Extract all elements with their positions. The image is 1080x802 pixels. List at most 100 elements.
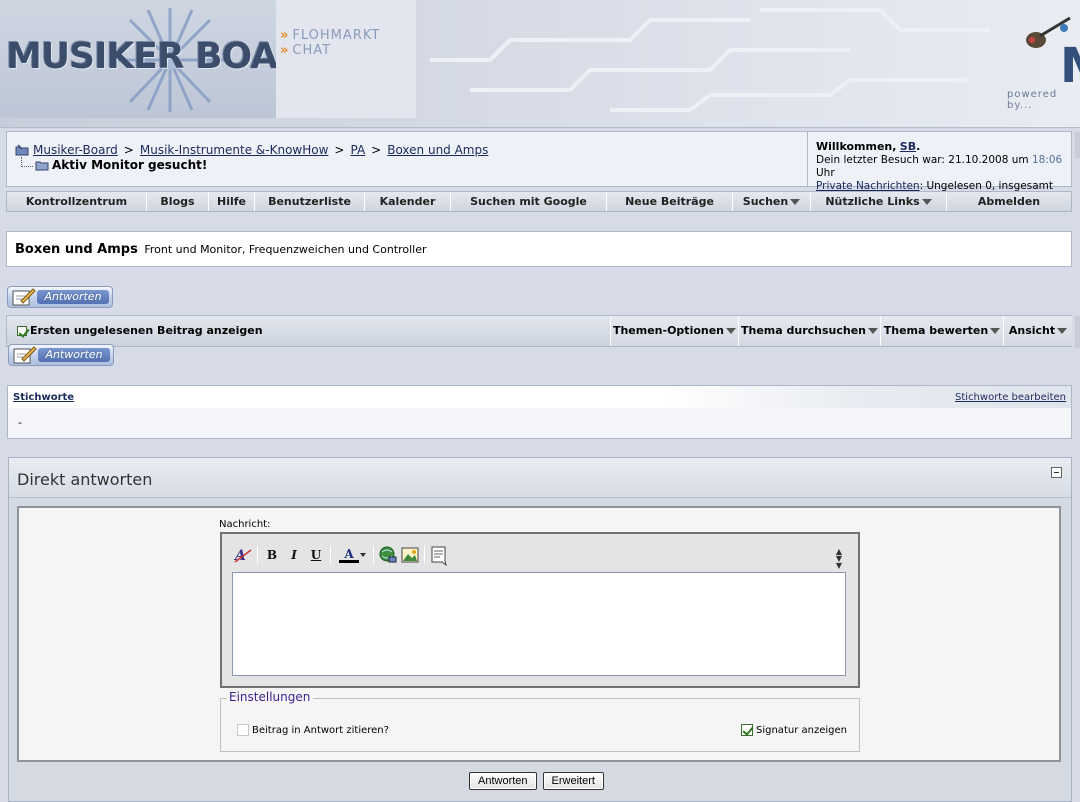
orange-arrow-icon: » [280, 28, 290, 43]
nav-hilfe[interactable]: Hilfe [209, 192, 255, 211]
main-navbar: Kontrollzentrum Blogs Hilfe Benutzerlist… [6, 191, 1072, 212]
header-links: » FLOHMARKT » CHAT [280, 28, 380, 58]
breadcrumb-musiker-board[interactable]: Musiker-Board [33, 143, 118, 157]
breadcrumb-separator: > [334, 143, 345, 157]
insert-link-icon[interactable] [377, 544, 399, 566]
dropdown-arrow-icon[interactable] [360, 553, 366, 557]
folder-icon [15, 144, 29, 156]
message-editor: A B I U A ▲ ▼ ▼ [220, 532, 860, 688]
breadcrumb-pa[interactable]: PA [350, 143, 365, 157]
settings-legend: Einstellungen [227, 690, 313, 704]
folder-icon [35, 161, 49, 171]
quote-icon[interactable] [428, 544, 450, 566]
nav-benutzerliste[interactable]: Benutzerliste [255, 192, 365, 211]
flohmarkt-link[interactable]: » FLOHMARKT [280, 28, 380, 43]
breadcrumb: Musiker-Board > Musik-Instrumente &-Know… [15, 143, 488, 172]
reply-button-label: Antworten [37, 290, 109, 304]
nav-nuetzliche-links[interactable]: Nützliche Links [811, 192, 947, 211]
thread-title: Aktiv Monitor gesucht! [52, 158, 208, 172]
dropdown-arrow-icon [921, 199, 932, 205]
underline-icon[interactable]: U [305, 544, 327, 566]
breadcrumb-musik-instrumente[interactable]: Musik-Instrumente &-KnowHow [140, 143, 329, 157]
quick-reply-header: Direkt antworten [9, 458, 1071, 498]
thread-view-menu[interactable]: Ansicht [1003, 316, 1072, 346]
tags-panel: Stichworte Stichworte bearbeiten - [7, 385, 1072, 439]
reply-button-top[interactable]: Antworten [7, 286, 113, 308]
editor-toolbar: A B I U A [232, 544, 450, 566]
advanced-reply-button[interactable]: Erweitert [542, 772, 604, 790]
fieldset-border [313, 698, 859, 699]
nav-kalender[interactable]: Kalender [365, 192, 451, 211]
signature-checkbox[interactable] [741, 724, 753, 736]
message-label: Nachricht: [219, 519, 271, 530]
chat-link[interactable]: » CHAT [280, 43, 380, 58]
nav-kontrollzentrum[interactable]: Kontrollzentrum [7, 192, 147, 211]
quote-option: Beitrag in Antwort zitieren? [237, 724, 389, 736]
settings-fieldset: Einstellungen Beitrag in Antwort zitiere… [220, 690, 860, 752]
pen-icon [12, 288, 36, 306]
quick-reply-title: Direkt antworten [17, 470, 153, 489]
last-visit-text: Dein letzter Besuch war: 21.10.2008 um [816, 154, 1029, 166]
header-links-panel [276, 0, 416, 118]
nav-neue-beitraege[interactable]: Neue Beiträge [607, 192, 733, 211]
switch-editor-icon[interactable]: A [232, 544, 254, 566]
toolbar-separator [373, 546, 374, 564]
nav-suchen-mit-google[interactable]: Suchen mit Google [451, 192, 607, 211]
submit-reply-button[interactable]: Antworten [469, 772, 537, 790]
reply-button-bottom[interactable]: Antworten [8, 344, 114, 366]
thread-search-menu[interactable]: Thema durchsuchen [738, 316, 880, 346]
quote-checkbox[interactable] [237, 724, 249, 736]
signature-label: Signatur anzeigen [756, 724, 847, 736]
dropdown-arrow-icon [990, 328, 1001, 334]
breadcrumb-boxen-und-amps[interactable]: Boxen und Amps [387, 143, 488, 157]
tags-title-link[interactable]: Stichworte [13, 392, 74, 403]
welcome-greeting: Willkommen, [816, 140, 897, 153]
thread-tools-bar: Ersten ungelesenen Beitrag anzeigen Them… [6, 315, 1072, 347]
scrollbar-segment[interactable] [1075, 132, 1080, 158]
nav-blogs[interactable]: Blogs [147, 192, 209, 211]
resize-icon[interactable]: ▲ ▼ ▼ [836, 548, 842, 570]
toolbar-separator [330, 546, 331, 564]
breadcrumb-separator: > [371, 143, 382, 157]
scrollbar-segment[interactable] [1075, 316, 1080, 348]
tree-connector [21, 157, 33, 167]
breadcrumb-separator: > [123, 143, 134, 157]
vbulletin-logo[interactable]: M [1060, 38, 1080, 94]
nav-abmelden[interactable]: Abmelden [947, 192, 1071, 211]
username-link[interactable]: SB [900, 140, 916, 153]
orange-arrow-icon: » [280, 43, 290, 58]
italic-icon[interactable]: I [283, 544, 305, 566]
forum-info-panel: Boxen und Amps Front und Monitor, Freque… [6, 231, 1072, 267]
pen-icon [13, 346, 37, 364]
forum-description: Front und Monitor, Frequenzweichen und C… [144, 243, 427, 256]
thread-options-menu[interactable]: Themen-Optionen [610, 316, 738, 346]
welcome-period: . [916, 140, 921, 153]
tags-value: - [8, 408, 1071, 438]
powered-by-text: powered by... [1007, 89, 1058, 111]
first-unread-link[interactable]: Ersten ungelesenen Beitrag anzeigen [17, 324, 263, 337]
breadcrumb-panel: Musiker-Board > Musik-Instrumente &-Know… [6, 131, 1072, 205]
quick-reply-panel: Direkt antworten Nachricht: A B I U A ▲ … [8, 457, 1072, 802]
message-textarea[interactable] [232, 572, 846, 676]
quote-label: Beitrag in Antwort zitieren? [252, 724, 389, 736]
bold-icon[interactable]: B [261, 544, 283, 566]
thread-rate-menu[interactable]: Thema bewerten [880, 316, 1003, 346]
reply-button-label: Antworten [38, 348, 110, 362]
toolbar-separator [257, 546, 258, 564]
checkbox-icon [17, 325, 27, 336]
header-banner: MUSIKER BOARD »FLOHMARKT »CHAT M powered… [0, 0, 1080, 128]
insert-image-icon[interactable] [399, 544, 421, 566]
toolbar-separator [424, 546, 425, 564]
quick-reply-buttons: Antworten Erweitert [469, 772, 604, 790]
dropdown-arrow-icon [726, 328, 737, 334]
last-visit-time: 18:06 [1031, 154, 1063, 166]
dropdown-arrow-icon [790, 199, 801, 205]
forum-title: Boxen und Amps [15, 242, 138, 257]
last-visit-suffix: Uhr [816, 167, 835, 179]
collapse-icon[interactable] [1051, 467, 1062, 478]
circuit-decoration [430, 8, 990, 112]
quick-reply-form: Nachricht: A B I U A ▲ ▼ ▼ Einstellungen… [17, 506, 1061, 762]
tags-header: Stichworte Stichworte bearbeiten [8, 386, 1071, 408]
nav-suchen[interactable]: Suchen [733, 192, 811, 211]
edit-tags-link[interactable]: Stichworte bearbeiten [955, 392, 1066, 403]
